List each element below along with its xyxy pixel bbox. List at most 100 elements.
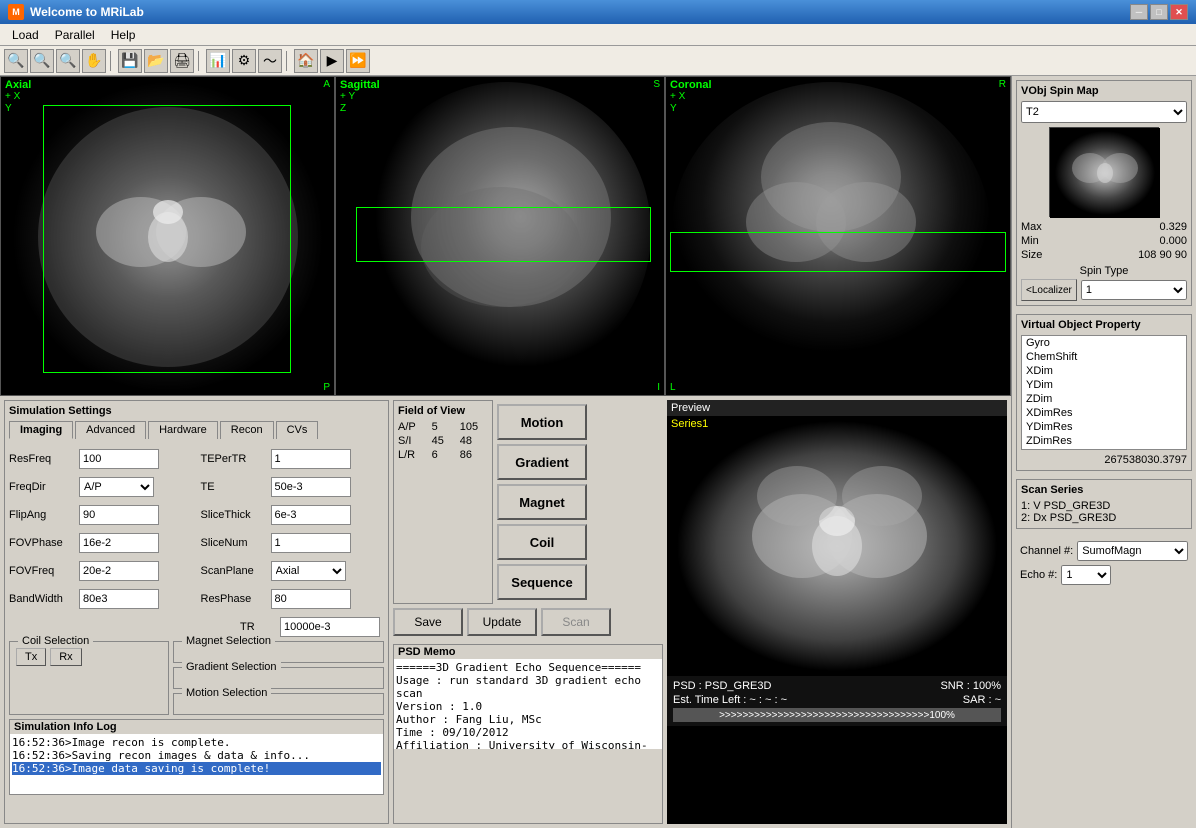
slice-thick-row: SliceThick — [201, 505, 385, 525]
sagittal-corner-bottom: I — [657, 382, 660, 393]
scan-plane-row: ScanPlane AxialSagittalCoronal — [201, 561, 385, 581]
te-input[interactable] — [271, 477, 351, 497]
log-line-1: 16:52:36>Saving recon images & data & in… — [12, 749, 381, 762]
vop-item-ydimres[interactable]: YDimRes — [1022, 420, 1186, 434]
max-value: 0.329 — [1105, 221, 1187, 233]
vobj-panel: VObj Spin Map T2T1PD — [1016, 80, 1192, 306]
toolbar-open[interactable]: 📂 — [144, 49, 168, 73]
min-value: 0.000 — [1105, 235, 1187, 247]
flip-ang-input[interactable] — [79, 505, 159, 525]
bandwidth-input[interactable] — [79, 589, 159, 609]
preview-series: Series1 — [671, 418, 708, 430]
progress-text: >>>>>>>>>>>>>>>>>>>>>>>>>>>>>>>>>>>>100% — [674, 709, 1000, 723]
log-content: 16:52:36>Image recon is complete. 16:52:… — [10, 734, 383, 794]
toolbar-save[interactable]: 💾 — [118, 49, 142, 73]
toolbar-zoom-in[interactable]: 🔍 — [4, 49, 28, 73]
slice-num-input[interactable] — [271, 533, 351, 553]
coil-tx-button[interactable]: Tx — [16, 648, 46, 666]
save-button[interactable]: Save — [393, 608, 463, 636]
toolbar-zoom-fit[interactable]: 🔍 — [56, 49, 80, 73]
slice-thick-input[interactable] — [271, 505, 351, 525]
brain-thumbnail — [1049, 127, 1159, 217]
vop-item-gyro[interactable]: Gyro — [1022, 336, 1186, 350]
tab-hardware[interactable]: Hardware — [148, 421, 218, 439]
toolbar-sep-2 — [198, 51, 202, 71]
tab-recon[interactable]: Recon — [220, 421, 274, 439]
coronal-label: Coronal — [670, 79, 712, 91]
vop-item-zdimres[interactable]: ZDimRes — [1022, 434, 1186, 448]
vop-item-xdimres[interactable]: XDimRes — [1022, 406, 1186, 420]
toolbar-wave[interactable]: 〜 — [258, 49, 282, 73]
menu-bar: Load Parallel Help — [0, 24, 1196, 46]
menu-load[interactable]: Load — [4, 26, 47, 44]
spin-type-select[interactable]: 123 — [1081, 280, 1187, 300]
te-per-tr-label: TEPerTR — [201, 453, 271, 465]
te-row: TE — [201, 477, 385, 497]
psd-line-1: Usage : run standard 3D gradient echo sc… — [396, 674, 660, 700]
motion-button[interactable]: Motion — [497, 404, 587, 440]
res-freq-input[interactable] — [79, 449, 159, 469]
res-phase-input[interactable] — [271, 589, 351, 609]
fov-freq-input[interactable] — [79, 561, 159, 581]
spin-map-select[interactable]: T2T1PD — [1021, 101, 1187, 123]
fov-si-v2: 48 — [460, 435, 488, 447]
toolbar-fast-forward[interactable]: ⏩ — [346, 49, 370, 73]
scan-plane-select[interactable]: AxialSagittalCoronal — [271, 561, 346, 581]
min-label: Min — [1021, 235, 1103, 247]
res-phase-label: ResPhase — [201, 593, 271, 605]
fov-lr-v1: 6 — [432, 449, 454, 461]
tr-input[interactable] — [280, 617, 380, 637]
scan-button[interactable]: Scan — [541, 608, 611, 636]
coil-rx-button[interactable]: Rx — [50, 648, 81, 666]
psd-memo-panel: PSD Memo ======3D Gradient Echo Sequence… — [393, 644, 663, 824]
sequence-button[interactable]: Sequence — [497, 564, 587, 600]
psd-line-5: Affiliation : University of Wisconsin-Ma… — [396, 739, 660, 749]
sagittal-viewport[interactable]: Sagittal + Y Z S I — [335, 76, 665, 396]
gradient-button[interactable]: Gradient — [497, 444, 587, 480]
toolbar-pan[interactable]: ✋ — [82, 49, 106, 73]
vop-item-ydim[interactable]: YDim — [1022, 378, 1186, 392]
toolbar-run[interactable]: ▶ — [320, 49, 344, 73]
action-buttons: Save Update Scan — [393, 604, 663, 640]
localizer-button[interactable]: <Localizer — [1021, 279, 1077, 301]
toolbar-zoom-out[interactable]: 🔍 — [30, 49, 54, 73]
vop-item-xdim[interactable]: XDim — [1022, 364, 1186, 378]
coronal-y-label: Y — [670, 103, 677, 114]
freq-dir-select[interactable]: A/PS/IL/R — [79, 477, 154, 497]
close-button[interactable]: ✕ — [1170, 4, 1188, 20]
tab-cvs[interactable]: CVs — [276, 421, 319, 439]
toolbar-chart[interactable]: 📊 — [206, 49, 230, 73]
axial-viewport[interactable]: Axial + X Y A P — [0, 76, 335, 396]
te-per-tr-input[interactable] — [271, 449, 351, 469]
sim-settings-title: Simulation Settings — [9, 405, 384, 417]
vop-value: 267538030.3797 — [1021, 454, 1187, 466]
psd-memo-content: ======3D Gradient Echo Sequence====== Us… — [394, 659, 662, 749]
toolbar-print[interactable]: 🖨 — [170, 49, 194, 73]
menu-help[interactable]: Help — [103, 26, 144, 44]
size-value: 108 90 90 — [1105, 249, 1187, 261]
sim-log-panel: Simulation Info Log 16:52:36>Image recon… — [9, 719, 384, 795]
maximize-button[interactable]: □ — [1150, 4, 1168, 20]
menu-parallel[interactable]: Parallel — [47, 26, 103, 44]
minimize-button[interactable]: ─ — [1130, 4, 1148, 20]
vop-list[interactable]: Gyro ChemShift XDim YDim ZDim XDimRes YD… — [1021, 335, 1187, 450]
toolbar-home[interactable]: 🏠 — [294, 49, 318, 73]
coil-selection-group: Coil Selection Tx Rx — [9, 641, 169, 715]
fov-phase-input[interactable] — [79, 533, 159, 553]
preview-info: PSD : PSD_GRE3D SNR : 100% Est. Time Lef… — [667, 676, 1007, 726]
coronal-viewport[interactable]: Coronal + X Y R L — [665, 76, 1011, 396]
fov-lr-label: L/R — [398, 449, 426, 461]
tab-advanced[interactable]: Advanced — [75, 421, 146, 439]
scan-plane-label: ScanPlane — [201, 565, 271, 577]
sagittal-label: Sagittal — [340, 79, 380, 91]
magnet-button[interactable]: Magnet — [497, 484, 587, 520]
tab-imaging[interactable]: Imaging — [9, 421, 73, 439]
coil-button[interactable]: Coil — [497, 524, 587, 560]
toolbar-gear[interactable]: ⚙ — [232, 49, 256, 73]
update-button[interactable]: Update — [467, 608, 537, 636]
echo-select[interactable]: 12 — [1061, 565, 1111, 585]
channel-select[interactable]: SumofMagnMagnitude — [1077, 541, 1188, 561]
vop-item-zdim[interactable]: ZDim — [1022, 392, 1186, 406]
freq-dir-label: FreqDir — [9, 481, 79, 493]
vop-item-chemshift[interactable]: ChemShift — [1022, 350, 1186, 364]
